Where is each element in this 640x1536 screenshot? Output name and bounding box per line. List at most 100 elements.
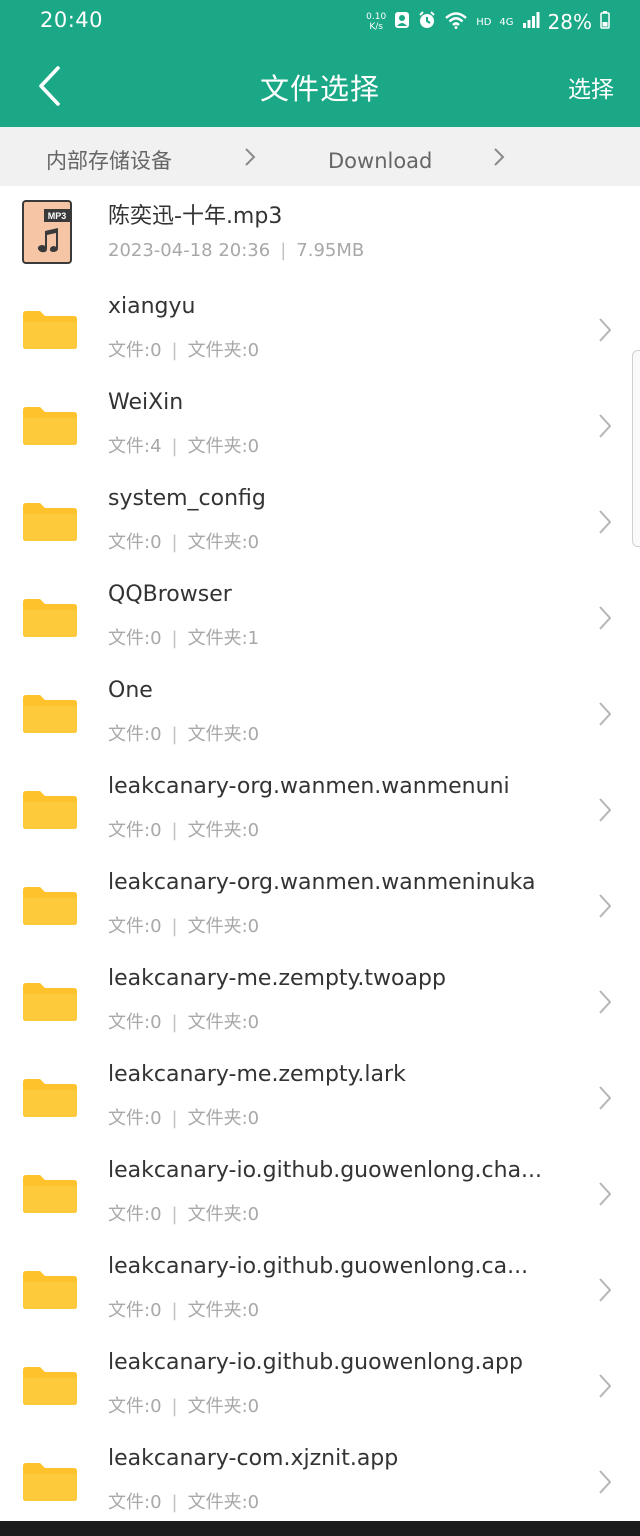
app-toolbar: 文件选择 选择 [0,44,640,127]
folder-list-item[interactable]: leakcanary-io.github.guowenlong.app 文件:0 |… [0,1338,640,1434]
folder-icon [22,1070,78,1126]
chevron-right-icon [596,1372,614,1400]
item-meta: 文件:0 | 文件夹:0 [108,1296,259,1322]
item-name: leakcanary-io.github.guowenlong.app [108,1350,523,1375]
chevron-right-icon [596,1468,614,1496]
meta-divider: | [171,436,178,457]
folder-icon [22,974,78,1030]
file-count: 文件:0 [108,820,162,841]
folder-list-item[interactable]: WeiXin 文件:4 | 文件夹:0 [0,378,640,474]
item-name: QQBrowser [108,582,232,607]
alarm-icon [418,11,436,33]
folder-count: 文件夹:0 [187,340,260,361]
item-meta: 2023-04-18 20:36 | 7.95MB [108,240,364,261]
item-meta: 文件:0 | 文件夹:0 [108,816,259,842]
file-count: 文件:4 [108,436,162,457]
file-count: 文件:0 [108,340,162,361]
file-type-badge: MP3 [48,211,67,221]
breadcrumb: 内部存储设备 Download [0,127,640,186]
item-meta: 文件:0 | 文件夹:0 [108,1008,259,1034]
folder-list-item[interactable]: leakcanary-org.wanmen.wanmeninuka 文件:0 | 文件… [0,858,640,954]
chevron-right-icon [596,1276,614,1304]
chevron-right-icon [596,796,614,824]
folder-icon [22,878,78,934]
file-list-item[interactable]: MP3 陈奕迅-十年.mp3 2023-04-18 20:36 | 7.95MB [0,186,640,282]
folder-icon [22,302,78,358]
chevron-right-icon [596,988,614,1016]
folder-list-item[interactable]: leakcanary-org.wanmen.wanmenuni 文件:0 | 文件夹:… [0,762,640,858]
navigation-bar [0,1521,640,1536]
folder-icon [22,590,78,646]
folder-list-item[interactable]: leakcanary-me.zempty.lark 文件:0 | 文件夹:0 [0,1050,640,1146]
folder-icon [22,782,78,838]
chevron-right-icon [596,1084,614,1112]
item-name: 陈奕迅-十年.mp3 [108,204,283,229]
folder-count: 文件夹:0 [187,436,260,457]
file-count: 文件:0 [108,916,162,937]
file-count: 文件:0 [108,628,162,649]
network-speed-unit: K/s [369,22,383,32]
file-count: 文件:0 [108,1396,162,1417]
item-name: leakcanary-me.zempty.twoapp [108,966,446,991]
folder-icon [22,1358,78,1414]
file-list: MP3 陈奕迅-十年.mp3 2023-04-18 20:36 | 7.95MB xian… [0,186,640,1520]
status-icons: 0.10 K/s HD 4G 28% [366,9,610,35]
item-meta: 文件:0 | 文件夹:0 [108,1392,259,1418]
meta-divider: | [171,1012,178,1033]
folder-count: 文件夹:1 [187,628,260,649]
file-count: 文件:0 [108,1108,162,1129]
meta-divider: | [171,532,178,553]
folder-list-item[interactable]: leakcanary-me.zempty.twoapp 文件:0 | 文件夹:0 [0,954,640,1050]
chevron-right-icon [596,412,614,440]
folder-icon [22,1454,78,1510]
chevron-right-icon [596,1180,614,1208]
select-button[interactable]: 选择 [568,70,614,104]
breadcrumb-item-internal-storage[interactable]: 内部存储设备 [46,149,172,173]
breadcrumb-item-download[interactable]: Download [328,149,432,173]
folder-list-item[interactable]: One 文件:0 | 文件夹:0 [0,666,640,762]
page-title: 文件选择 [259,72,380,106]
folder-count: 文件夹:0 [187,916,260,937]
back-button[interactable] [24,58,74,114]
item-meta: 文件:0 | 文件夹:1 [108,624,259,650]
folder-count: 文件夹:0 [187,1108,260,1129]
meta-divider: | [171,1204,178,1225]
status-bar: 20:40 0.10 K/s HD 4G 28% [0,0,640,44]
item-name: system_config [108,486,266,511]
signal-icon [522,11,540,33]
item-name: leakcanary-io.github.guowenlong.cha... [108,1158,543,1183]
chevron-right-icon [596,892,614,920]
file-size: 7.95MB [296,240,365,261]
item-name: leakcanary-org.wanmen.wanmenuni [108,774,510,799]
folder-count: 文件夹:0 [187,1204,260,1225]
meta-divider: | [171,916,178,937]
network-speed: 0.10 K/s [366,12,386,32]
chevron-right-icon [596,604,614,632]
folder-list-item[interactable]: leakcanary-com.xjznit.app 文件:0 | 文件夹:0 [0,1434,640,1520]
folder-list-item[interactable]: QQBrowser 文件:0 | 文件夹:1 [0,570,640,666]
folder-list-item[interactable]: leakcanary-io.github.guowenlong.cha... 文件… [0,1146,640,1242]
chevron-right-icon [494,148,505,166]
item-meta: 文件:0 | 文件夹:0 [108,1200,259,1226]
folder-list-item[interactable]: xiangyu 文件:0 | 文件夹:0 [0,282,640,378]
file-count: 文件:0 [108,1492,162,1513]
item-meta: 文件:0 | 文件夹:0 [108,1488,259,1514]
meta-divider: | [171,724,178,745]
item-name: leakcanary-me.zempty.lark [108,1062,406,1087]
file-count: 文件:0 [108,724,162,745]
meta-divider: | [280,240,287,261]
network-type-label: 4G [499,16,514,28]
folder-list-item[interactable]: system_config 文件:0 | 文件夹:0 [0,474,640,570]
scrollbar[interactable] [632,350,640,547]
item-meta: 文件:0 | 文件夹:0 [108,528,259,554]
file-count: 文件:0 [108,1012,162,1033]
meta-divider: | [171,1396,178,1417]
item-meta: 文件:4 | 文件夹:0 [108,432,259,458]
meta-divider: | [171,340,178,361]
chevron-left-icon [39,66,60,106]
item-meta: 文件:0 | 文件夹:0 [108,720,259,746]
chevron-right-icon [596,508,614,536]
folder-count: 文件夹:0 [187,1300,260,1321]
folder-list-item[interactable]: leakcanary-io.github.guowenlong.ca... 文件:… [0,1242,640,1338]
meta-divider: | [171,1492,178,1513]
